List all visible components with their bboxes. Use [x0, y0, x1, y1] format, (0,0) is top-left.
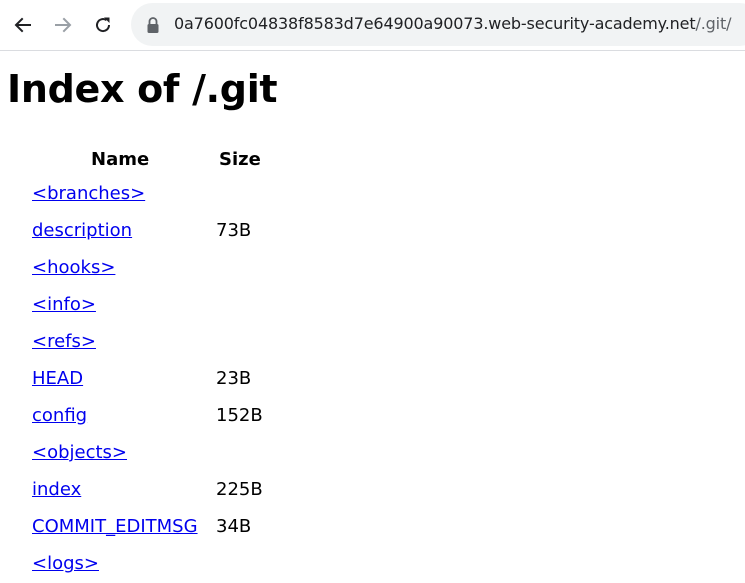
entry-size: 225B: [216, 479, 263, 500]
entry-link[interactable]: <refs>: [32, 331, 96, 352]
entry-link[interactable]: <branches>: [32, 183, 145, 204]
entry-size: 152B: [216, 405, 263, 426]
entry-link[interactable]: config: [32, 405, 87, 426]
arrow-right-icon: [55, 17, 72, 33]
url-host: 0a7600fc04838f8583d7e64900a90073.web-sec…: [174, 14, 696, 33]
address-bar[interactable]: 0a7600fc04838f8583d7e64900a90073.web-sec…: [131, 3, 745, 46]
entry-link[interactable]: <objects>: [32, 442, 127, 463]
reload-icon: [96, 17, 111, 33]
lock-icon[interactable]: [145, 16, 161, 34]
entry-link[interactable]: <hooks>: [32, 257, 115, 278]
browser-toolbar: 0a7600fc04838f8583d7e64900a90073.web-sec…: [0, 0, 745, 51]
url-text: 0a7600fc04838f8583d7e64900a90073.web-sec…: [174, 14, 731, 33]
entry-link[interactable]: description: [32, 220, 132, 241]
forward-button[interactable]: [49, 11, 77, 39]
entry-size: 23B: [216, 368, 252, 389]
page-title: Index of /.git: [7, 67, 278, 111]
back-button[interactable]: [9, 11, 37, 39]
arrow-left-icon: [14, 17, 31, 33]
entry-link[interactable]: <logs>: [32, 553, 99, 574]
entry-size: 34B: [216, 516, 252, 537]
url-path: /.git/: [695, 14, 732, 33]
entry-link[interactable]: index: [32, 479, 81, 500]
reload-button[interactable]: [89, 11, 117, 39]
entry-link[interactable]: <info>: [32, 294, 96, 315]
page-content: Index of /.git Name Size <branches> desc…: [0, 51, 745, 583]
entry-link[interactable]: HEAD: [32, 368, 83, 389]
column-header-name: Name: [91, 149, 150, 170]
column-header-size: Size: [219, 149, 261, 170]
entry-link[interactable]: COMMIT_EDITMSG: [32, 516, 198, 537]
entry-size: 73B: [216, 220, 252, 241]
